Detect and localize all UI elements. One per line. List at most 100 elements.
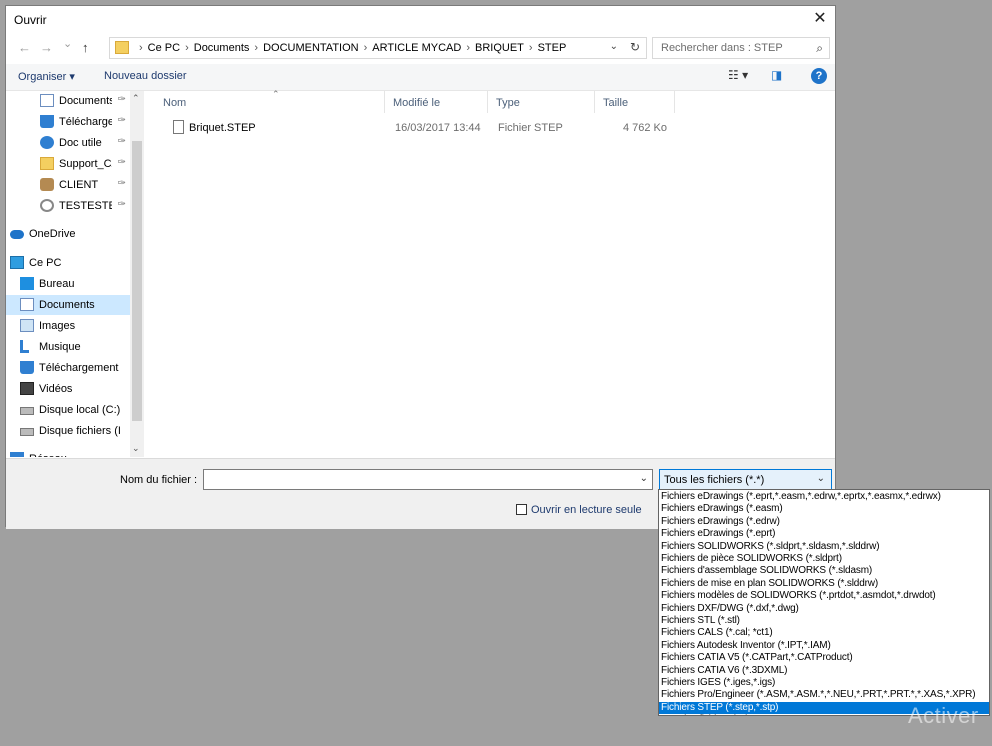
sidebar-item-label: Téléchargem bbox=[59, 116, 112, 128]
filetype-option[interactable]: Fichiers modèles de SOLIDWORKS (*.prtdot… bbox=[659, 590, 989, 602]
sidebar-item-label: Vidéos bbox=[39, 383, 73, 395]
dialog-title: Ouvrir bbox=[14, 13, 47, 27]
file-modified: 16/03/2017 13:44 bbox=[395, 122, 481, 134]
sidebar-item[interactable]: TESTESTESTE ✑ bbox=[6, 196, 130, 216]
sidebar-item[interactable]: Réseau bbox=[6, 449, 130, 457]
sidebar-item[interactable]: CLIENT ✑ bbox=[6, 175, 130, 195]
sidebar-item[interactable]: Disque fichiers (I bbox=[6, 421, 130, 441]
scroll-down-icon[interactable]: ⌄ bbox=[132, 443, 140, 454]
breadcrumb-separator-icon[interactable]: › bbox=[139, 42, 143, 54]
filetype-option[interactable]: Fichiers DXF/DWG (*.dxf,*.dwg) bbox=[659, 603, 989, 615]
scrollbar-thumb[interactable] bbox=[132, 141, 142, 421]
column-header-type[interactable]: Type bbox=[488, 91, 595, 113]
chevron-down-icon[interactable]: ⌄ bbox=[817, 473, 825, 484]
column-header-modified[interactable]: Modifié le bbox=[385, 91, 488, 113]
documents-icon bbox=[40, 94, 54, 107]
scroll-up-icon[interactable]: ⌃ bbox=[132, 93, 140, 104]
filetype-option[interactable]: Fichiers STEP (*.step,*.stp) bbox=[659, 701, 989, 715]
column-header-size[interactable]: Taille bbox=[595, 91, 675, 113]
filetype-option[interactable]: Fichiers eDrawings (*.easm) bbox=[659, 503, 989, 515]
recent-locations-icon[interactable]: ⌄ bbox=[63, 37, 72, 50]
preview-pane-icon[interactable]: ◨ bbox=[771, 68, 782, 82]
organize-button[interactable]: Organiser ▾ bbox=[18, 70, 75, 83]
sidebar-item[interactable]: Vidéos bbox=[6, 379, 130, 399]
navigation-pane: Documents✑Téléchargem✑Doc utile✑Support_… bbox=[6, 91, 144, 457]
search-box[interactable]: ⌕ bbox=[652, 37, 830, 59]
filetype-option[interactable]: Fichiers de mise en plan SOLIDWORKS (*.s… bbox=[659, 578, 989, 590]
video-icon bbox=[20, 382, 34, 395]
breadcrumb-item[interactable]: DOCUMENTATION bbox=[263, 42, 359, 54]
filetype-option[interactable]: Fichiers d'assemblage SOLIDWORKS (*.slda… bbox=[659, 565, 989, 577]
sidebar-item-label: Disque local (C:) bbox=[39, 404, 121, 416]
toolbar: Organiser ▾ Nouveau dossier ☷ ▾ ◨ ? bbox=[6, 64, 835, 91]
search-input[interactable] bbox=[659, 41, 803, 55]
pin-icon: ✑ bbox=[117, 178, 126, 189]
sidebar-item-label: TESTESTESTE bbox=[59, 200, 112, 212]
view-options-icon[interactable]: ☷ ▾ bbox=[728, 68, 748, 82]
checkbox-box[interactable] bbox=[516, 504, 527, 515]
sidebar-item[interactable]: Documents ✑ bbox=[6, 91, 130, 111]
filetype-option[interactable]: Fichiers Autodesk Inventor (*.IPT,*.IAM) bbox=[659, 640, 989, 652]
filetype-option[interactable]: Fichiers eDrawings (*.eprt,*.easm,*.edrw… bbox=[659, 491, 989, 503]
filetype-option[interactable]: Fichiers STL (*.stl) bbox=[659, 615, 989, 627]
sidebar-item[interactable]: Téléchargem ✑ bbox=[6, 112, 130, 132]
sidebar-item-label: CLIENT bbox=[59, 179, 99, 191]
file-row[interactable]: Briquet.STEP 16/03/2017 13:44 Fichier ST… bbox=[145, 119, 835, 139]
breadcrumb-separator-icon[interactable]: › bbox=[529, 42, 533, 54]
sidebar-item[interactable]: Musique bbox=[6, 337, 130, 357]
file-icon bbox=[173, 120, 184, 134]
filetype-option[interactable]: Tous les fichiers (*.*) bbox=[659, 714, 989, 715]
filetype-option[interactable]: Fichiers de pièce SOLIDWORKS (*.sldprt) bbox=[659, 553, 989, 565]
pin-icon: ✑ bbox=[117, 115, 126, 126]
filename-input[interactable] bbox=[207, 472, 631, 486]
filetype-option[interactable]: Fichiers Pro/Engineer (*.ASM,*.ASM.*,*.N… bbox=[659, 689, 989, 701]
breadcrumb-separator-icon[interactable]: › bbox=[364, 42, 368, 54]
filetype-option[interactable]: Fichiers CATIA V6 (*.3DXML) bbox=[659, 665, 989, 677]
filetype-option[interactable]: Fichiers eDrawings (*.edrw) bbox=[659, 516, 989, 528]
sidebar-item[interactable]: OneDrive bbox=[6, 224, 130, 244]
filetype-dropdown-list: Fichiers eDrawings (*.eprt,*.easm,*.edrw… bbox=[658, 489, 990, 716]
breadcrumb-separator-icon[interactable]: › bbox=[185, 42, 189, 54]
filetype-option[interactable]: Fichiers SOLIDWORKS (*.sldprt,*.sldasm,*… bbox=[659, 541, 989, 553]
navigation-scrollbar[interactable]: ⌃ ⌄ bbox=[130, 91, 144, 457]
column-header-name[interactable]: Nom bbox=[155, 91, 385, 113]
close-icon[interactable]: ✕ bbox=[805, 6, 835, 34]
sidebar-item[interactable]: Support_CAC ✑ bbox=[6, 154, 130, 174]
filetype-select[interactable]: Tous les fichiers (*.*) ⌄ bbox=[659, 469, 832, 490]
breadcrumb-item[interactable]: STEP bbox=[538, 42, 567, 54]
help-icon[interactable]: ? bbox=[811, 68, 827, 84]
breadcrumb-item[interactable]: Documents bbox=[194, 42, 250, 54]
pin-icon: ✑ bbox=[117, 157, 126, 168]
breadcrumb-separator-icon[interactable]: › bbox=[254, 42, 258, 54]
up-folder-icon[interactable]: ↑ bbox=[82, 40, 89, 55]
sidebar-item[interactable]: Téléchargement bbox=[6, 358, 130, 378]
file-type: Fichier STEP bbox=[498, 122, 563, 134]
sidebar-item[interactable]: Ce PC bbox=[6, 253, 130, 273]
sidebar-item[interactable]: Bureau bbox=[6, 274, 130, 294]
filetype-option[interactable]: Fichiers CATIA V5 (*.CATPart,*.CATProduc… bbox=[659, 652, 989, 664]
filename-field[interactable]: ⌄ bbox=[203, 469, 653, 490]
sidebar-item[interactable]: Images bbox=[6, 316, 130, 336]
breadcrumb-item[interactable]: ARTICLE MYCAD bbox=[372, 42, 461, 54]
back-icon[interactable]: ← bbox=[18, 40, 31, 55]
address-history-icon[interactable]: ⌄ bbox=[610, 41, 618, 52]
sidebar-item[interactable]: Documents bbox=[6, 295, 130, 315]
breadcrumb-item[interactable]: Ce PC bbox=[148, 42, 180, 54]
breadcrumb-separator-icon[interactable]: › bbox=[466, 42, 470, 54]
address-row: ← → ⌄ ↑ › Ce PC › Documents › DOCUMENTATION › A… bbox=[6, 36, 835, 62]
filetype-option[interactable]: Fichiers eDrawings (*.eprt) bbox=[659, 528, 989, 540]
forward-icon[interactable]: → bbox=[40, 40, 53, 55]
sidebar-item-label: Disque fichiers (I bbox=[39, 425, 121, 437]
breadcrumb-item[interactable]: BRIQUET bbox=[475, 42, 524, 54]
sidebar-item[interactable]: Disque local (C:) bbox=[6, 400, 130, 420]
new-folder-button[interactable]: Nouveau dossier bbox=[104, 70, 187, 82]
readonly-checkbox[interactable]: Ouvrir en lecture seule bbox=[516, 504, 642, 516]
filename-label: Nom du fichier : bbox=[120, 474, 198, 486]
address-bar[interactable]: › Ce PC › Documents › DOCUMENTATION › ARTICLE M… bbox=[109, 37, 647, 59]
refresh-icon[interactable]: ↻ bbox=[630, 40, 640, 54]
filetype-option[interactable]: Fichiers CALS (*.cal; *ct1) bbox=[659, 627, 989, 639]
search-icon[interactable]: ⌕ bbox=[816, 41, 823, 56]
sidebar-item[interactable]: Doc utile ✑ bbox=[6, 133, 130, 153]
filename-history-icon[interactable]: ⌄ bbox=[640, 473, 648, 484]
filetype-option[interactable]: Fichiers IGES (*.iges,*.igs) bbox=[659, 677, 989, 689]
